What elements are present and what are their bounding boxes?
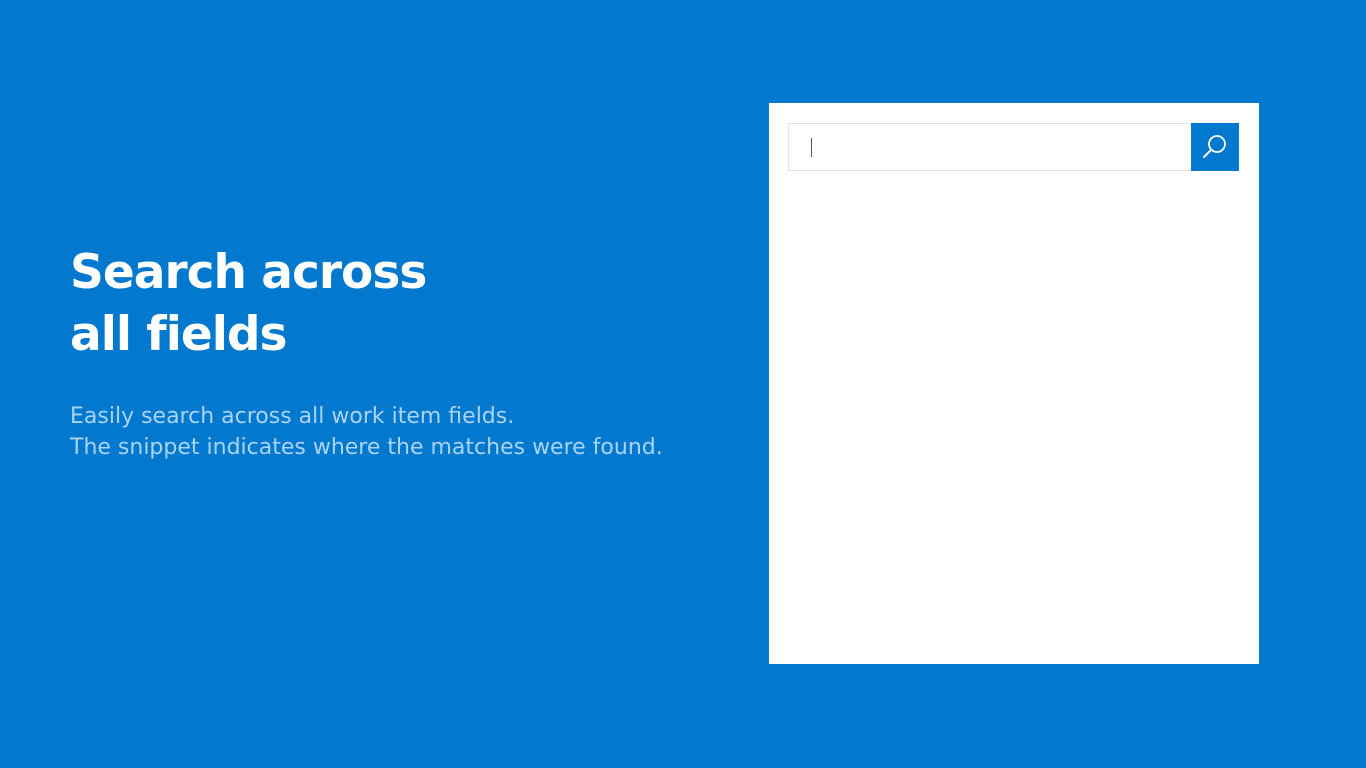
description: Easily search across all work item field…: [70, 401, 663, 463]
search-panel: [769, 103, 1259, 664]
title-line-2: all fields: [70, 307, 287, 362]
title-line-1: Search across: [70, 245, 427, 300]
search-button[interactable]: [1191, 123, 1239, 171]
search-input[interactable]: [788, 123, 1191, 171]
search-icon: [1203, 135, 1226, 158]
text-caret: [811, 138, 812, 157]
description-line-2: The snippet indicates where the matches …: [70, 435, 663, 460]
page-title: Search across all fields: [70, 242, 427, 366]
search-box: [788, 123, 1239, 171]
slide: Search across all fields Easily search a…: [0, 0, 1366, 768]
description-line-1: Easily search across all work item field…: [70, 404, 515, 429]
